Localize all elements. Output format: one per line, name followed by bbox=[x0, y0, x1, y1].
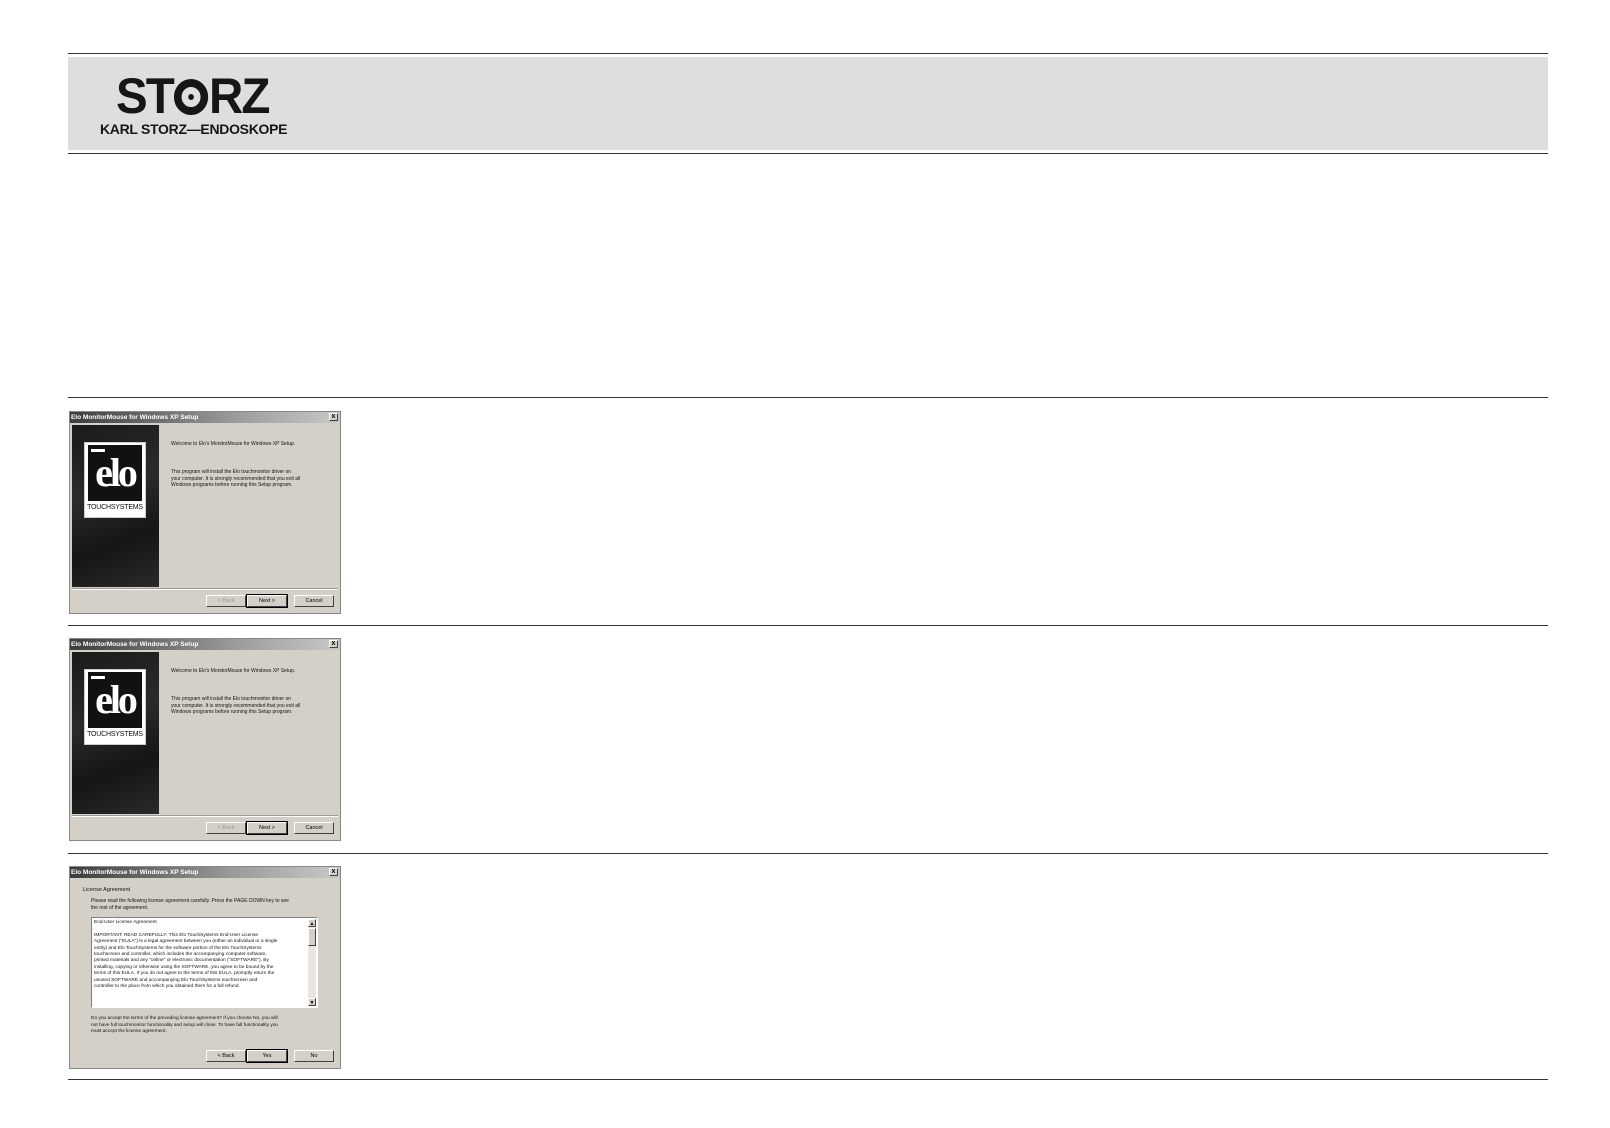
license-question: Do you accept the terms of the preceding… bbox=[91, 1016, 279, 1034]
top-rule bbox=[68, 53, 1548, 54]
elo-logo-mark: elo bbox=[88, 445, 142, 501]
close-icon[interactable]: x bbox=[329, 868, 338, 876]
section-rule-4 bbox=[68, 1079, 1548, 1080]
elo-logo-bar bbox=[91, 449, 105, 452]
dialog-divider bbox=[72, 588, 338, 590]
side-panel: elo TOUCHSYSTEMS bbox=[72, 425, 159, 587]
license-heading: License Agreement bbox=[83, 887, 131, 893]
scroll-thumb[interactable] bbox=[308, 928, 316, 946]
header-bottom-rule bbox=[68, 153, 1548, 154]
welcome-text: Welcome to Elo's MonitorMouse for Window… bbox=[171, 441, 296, 447]
body-text: This program will install the Elo touchm… bbox=[171, 696, 301, 715]
side-panel: elo TOUCHSYSTEMS bbox=[72, 652, 159, 814]
license-instruction: Please read the following license agreem… bbox=[91, 898, 289, 911]
header-band: ST RZ KARL STORZ—ENDOSKOPE bbox=[68, 57, 1548, 150]
elo-logo-subtitle: TOUCHSYSTEMS bbox=[87, 504, 143, 511]
logo-o-icon bbox=[173, 79, 209, 115]
license-dialog: Elo MonitorMouse for Windows XP Setup x … bbox=[69, 866, 341, 1069]
section-rule-1 bbox=[68, 397, 1548, 398]
next-button[interactable]: Next > bbox=[246, 594, 288, 608]
body-text: This program will install the Elo touchm… bbox=[171, 469, 301, 488]
logo-subtitle: KARL STORZ—ENDOSKOPE bbox=[100, 121, 288, 137]
back-button[interactable]: < Back bbox=[206, 595, 246, 607]
license-textbox[interactable]: End-User License Agreement IMPORTANT: RE… bbox=[91, 917, 318, 1008]
license-agreement-text: End-User License Agreement IMPORTANT: RE… bbox=[94, 920, 278, 990]
section-rule-2 bbox=[68, 625, 1548, 626]
dialog-divider bbox=[72, 815, 338, 817]
back-button[interactable]: < Back bbox=[206, 822, 246, 834]
welcome-text: Welcome to Elo's MonitorMouse for Window… bbox=[171, 668, 296, 674]
cancel-button[interactable]: Cancel bbox=[294, 595, 334, 607]
close-icon[interactable]: x bbox=[329, 413, 338, 421]
back-button[interactable]: < Back bbox=[206, 1050, 246, 1062]
no-button[interactable]: No bbox=[294, 1050, 334, 1062]
yes-button[interactable]: Yes bbox=[246, 1049, 288, 1063]
scroll-down-icon[interactable]: ▼ bbox=[308, 998, 316, 1006]
storz-logo: ST RZ KARL STORZ—ENDOSKOPE bbox=[100, 71, 290, 137]
elo-logo-subtitle: TOUCHSYSTEMS bbox=[87, 731, 143, 738]
section-rule-3 bbox=[68, 853, 1548, 854]
logo-word: ST RZ bbox=[116, 68, 270, 124]
next-button[interactable]: Next > bbox=[246, 821, 288, 835]
elo-logo-bar bbox=[91, 676, 105, 679]
elo-logo-mark: elo bbox=[88, 672, 142, 728]
elo-logo: elo TOUCHSYSTEMS bbox=[84, 669, 146, 745]
close-icon[interactable]: x bbox=[329, 640, 338, 648]
cancel-button[interactable]: Cancel bbox=[294, 822, 334, 834]
dialog-titlebar: Elo MonitorMouse for Windows XP Setup bbox=[70, 639, 340, 650]
scroll-up-icon[interactable]: ▲ bbox=[308, 919, 316, 927]
dialog-titlebar: Elo MonitorMouse for Windows XP Setup bbox=[70, 867, 340, 878]
license-scrollbar[interactable]: ▲ ▼ bbox=[308, 919, 316, 1006]
elo-logo: elo TOUCHSYSTEMS bbox=[84, 442, 146, 518]
welcome-dialog-1: Elo MonitorMouse for Windows XP Setup x … bbox=[69, 411, 341, 614]
dialog-titlebar: Elo MonitorMouse for Windows XP Setup bbox=[70, 412, 340, 423]
welcome-dialog-2: Elo MonitorMouse for Windows XP Setup x … bbox=[69, 638, 341, 841]
